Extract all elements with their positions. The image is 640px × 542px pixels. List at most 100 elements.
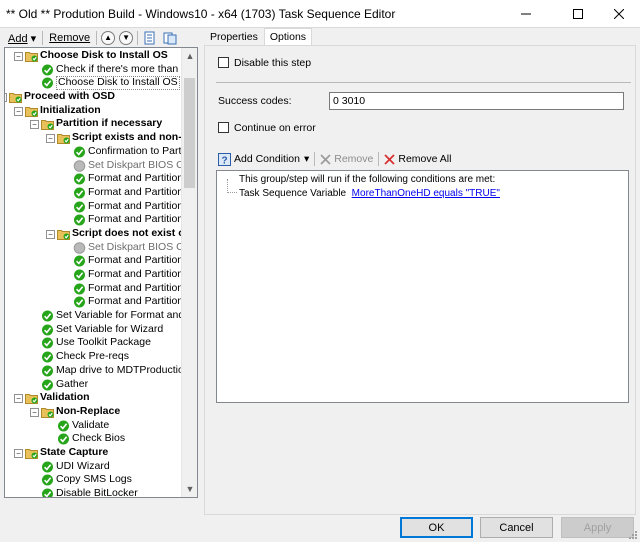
tree-item[interactable]: Format and Partition Disk <box>5 282 183 296</box>
collapse-toggle-icon[interactable]: − <box>46 134 55 144</box>
cancel-button[interactable]: Cancel <box>480 517 553 538</box>
check-icon <box>42 365 53 377</box>
window-title: ** Old ** Prodution Build - Windows10 - … <box>6 7 396 21</box>
tree-item[interactable]: Validate <box>5 419 183 433</box>
scroll-down-button[interactable]: ▼ <box>182 481 197 497</box>
tree-item[interactable]: Format and Partition Disk <box>5 172 183 186</box>
move-down-button[interactable]: ▼ <box>119 31 134 45</box>
disable-step-checkbox[interactable] <box>218 57 229 68</box>
tree-item[interactable]: Format and Partition Disk <box>5 213 183 227</box>
check-icon <box>42 310 53 322</box>
collapse-toggle-icon[interactable]: − <box>5 93 7 103</box>
chevron-down-icon: ▼ <box>122 33 131 42</box>
tree-item[interactable]: Choose Disk to Install OS <box>5 76 183 91</box>
check-icon <box>74 201 85 213</box>
tree-item[interactable]: − Proceed with OSD <box>5 90 183 104</box>
toolbar-separator <box>314 152 316 166</box>
collapse-toggle-icon[interactable]: − <box>46 229 55 239</box>
tree-item-label: Choose Disk to Install OS <box>56 76 180 91</box>
ok-button[interactable]: OK <box>400 517 473 538</box>
collapse-toggle-icon[interactable]: − <box>14 448 23 458</box>
continue-on-error-checkbox[interactable] <box>218 122 229 133</box>
maximize-button[interactable] <box>555 0 601 28</box>
collapse-toggle-icon[interactable]: − <box>30 120 39 130</box>
options-panel: Disable this step Success codes: 0 3010 … <box>204 45 636 515</box>
tree-item[interactable]: UDI Wizard <box>5 460 183 474</box>
collapse-toggle-icon[interactable]: − <box>14 52 23 61</box>
tree-item[interactable]: Format and Partition Disk <box>5 268 183 282</box>
condition-link[interactable]: MoreThanOneHD equals "TRUE" <box>352 188 500 199</box>
tree-item[interactable]: − Initialization <box>5 104 183 118</box>
minimize-button[interactable] <box>503 0 549 28</box>
tree-item[interactable]: Disable BitLocker <box>5 487 183 497</box>
tree-scrollbar[interactable]: ▲ ▼ <box>181 48 197 497</box>
properties-button[interactable] <box>142 30 158 46</box>
check-icon <box>74 187 85 199</box>
check-icon <box>42 64 53 76</box>
tree-item[interactable]: Format and Partition Disk <box>5 254 183 268</box>
divider <box>216 82 631 83</box>
task-sequence-tree[interactable]: − Choose Disk to Install OS Check if there… <box>4 47 198 498</box>
remove-button[interactable]: Remove <box>45 32 94 44</box>
collapse-toggle-icon[interactable]: − <box>14 394 23 404</box>
add-condition-button[interactable]: ? Add Condition ▾ <box>215 152 312 166</box>
collapse-toggle-icon[interactable]: − <box>30 407 39 417</box>
folder-icon <box>25 394 38 405</box>
tree-item[interactable]: Set Diskpart BIOS Comp <box>5 241 183 255</box>
conditions-toolbar: ? Add Condition ▾ Remove Remove All <box>215 150 625 168</box>
tree-item[interactable]: Check if there's more than one H <box>5 63 183 77</box>
help-condition-icon: ? <box>218 152 231 166</box>
tree-item[interactable]: Check Pre-reqs <box>5 350 183 364</box>
check-icon <box>42 351 53 363</box>
options-button[interactable] <box>162 30 178 46</box>
scroll-up-icon: ▲ <box>185 51 195 61</box>
tree-item[interactable]: − Non-Replace <box>5 405 183 419</box>
scroll-up-button[interactable]: ▲ <box>182 48 197 64</box>
tree-item[interactable]: Map drive to MDTProduction$ <box>5 364 183 378</box>
tab-properties[interactable]: Properties <box>204 28 264 45</box>
tree-item[interactable]: Format and Partition Disk <box>5 295 183 309</box>
tree-item[interactable]: Set Diskpart BIOS Comp <box>5 159 183 173</box>
remove-condition-button[interactable]: Remove <box>317 153 376 165</box>
add-menu-button[interactable]: Add ▾ <box>4 32 40 45</box>
tree-item[interactable]: Check Bios <box>5 432 183 446</box>
tree-item[interactable]: − Choose Disk to Install OS <box>5 49 183 63</box>
check-icon <box>74 269 85 281</box>
tree-item[interactable]: − Script does not exist or <box>5 227 183 241</box>
tree-item[interactable]: − Partition if necessary <box>5 117 183 131</box>
resize-grip-icon[interactable] <box>628 530 638 540</box>
success-codes-input[interactable]: 0 3010 <box>329 92 624 110</box>
remove-all-conditions-button[interactable]: Remove All <box>381 153 454 165</box>
tree-item-label: Initialization <box>40 103 101 116</box>
close-button[interactable] <box>597 0 640 28</box>
tree-item[interactable]: − Script exists and non-N <box>5 131 183 145</box>
properties-icon <box>144 31 155 45</box>
move-up-button[interactable]: ▲ <box>101 31 116 45</box>
collapse-toggle-icon[interactable]: − <box>14 106 23 116</box>
apply-button[interactable]: Apply <box>561 517 634 538</box>
tree-item[interactable]: − Validation <box>5 391 183 405</box>
check-icon <box>74 214 85 226</box>
tree-item[interactable]: Gather <box>5 378 183 392</box>
toolbar-separator <box>137 31 139 45</box>
tree-item-label: Proceed with OSD <box>24 90 116 103</box>
check-icon <box>42 488 53 497</box>
tree-item[interactable]: Confirmation to Partition <box>5 145 183 159</box>
condition-item[interactable]: Task Sequence Variable MoreThanOneHD equ… <box>239 188 500 199</box>
tree-item[interactable]: Use Toolkit Package <box>5 336 183 350</box>
tree-item[interactable]: Set Variable for Format and Partit <box>5 309 183 323</box>
check-icon <box>58 420 69 432</box>
tree-item[interactable]: Format and Partition Disk <box>5 186 183 200</box>
tree-item[interactable]: − State Capture <box>5 446 183 460</box>
tree-item[interactable]: Format and Partition Disk <box>5 200 183 214</box>
scroll-thumb[interactable] <box>184 78 195 188</box>
tree-item[interactable]: Copy SMS Logs <box>5 473 183 487</box>
check-icon <box>74 283 85 295</box>
chevron-up-icon: ▲ <box>104 33 113 42</box>
tab-options[interactable]: Options <box>263 28 313 46</box>
tree-item[interactable]: Set Variable for Wizard <box>5 323 183 337</box>
disable-step-label: Disable this step <box>234 57 312 69</box>
condition-prefix: Task Sequence Variable <box>239 188 347 199</box>
check-icon <box>74 296 85 308</box>
conditions-list[interactable]: This group/step will run if the followin… <box>216 170 629 403</box>
